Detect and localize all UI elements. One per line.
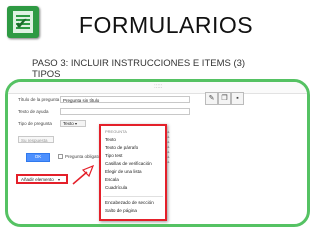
duplicate-icon[interactable]: ❐ bbox=[218, 92, 231, 105]
menu-item-encabezado[interactable]: Encabezado de sección bbox=[105, 200, 154, 205]
menu-item-elegir-lista[interactable]: Elegir de una lista bbox=[105, 169, 142, 174]
done-button[interactable]: OK bbox=[26, 153, 50, 162]
scrollbar-arrows[interactable]: ▴ ▴ ▴ ▴ ▴ ▴ ▴ bbox=[167, 130, 170, 165]
menu-item-cuadricula[interactable]: Cuadrícula bbox=[105, 185, 127, 190]
question-type-label: Tipo de pregunta bbox=[18, 121, 52, 126]
menu-item-casillas[interactable]: Casillas de verificación bbox=[105, 161, 152, 166]
question-type-value: Texto bbox=[63, 121, 74, 126]
menu-header: PREGUNTA bbox=[105, 129, 127, 134]
menu-item-texto[interactable]: Texto bbox=[105, 137, 116, 142]
help-text-label: Texto de ayuda bbox=[18, 109, 49, 114]
question-type-select[interactable]: Texto ▾ bbox=[60, 120, 86, 127]
pointer-arrow-icon bbox=[72, 164, 95, 185]
trash-icon[interactable]: ▪ bbox=[231, 92, 244, 105]
slide-subtitle: PASO 3: INCLUIR INSTRUCCIONES E ITEMS (3… bbox=[32, 58, 246, 80]
drag-handle-icon[interactable]: ::::: bbox=[154, 84, 162, 90]
menu-divider bbox=[103, 196, 163, 197]
add-item-button[interactable]: Añadir elemento ▾ bbox=[16, 174, 68, 184]
menu-item-texto-parrafo[interactable]: Texto de párrafo bbox=[105, 145, 138, 150]
question-title-input[interactable]: Pregunta sin título bbox=[60, 96, 190, 103]
question-type-menu: PREGUNTA Texto Texto de párrafo Tipo tes… bbox=[99, 124, 167, 221]
editor-toolbar: ::::: bbox=[8, 82, 307, 94]
required-checkbox[interactable] bbox=[58, 154, 63, 159]
question-title-label: Título de la pregunta bbox=[18, 97, 60, 102]
menu-item-salto-pagina[interactable]: Salto de página bbox=[105, 208, 137, 213]
chevron-down-icon: ▾ bbox=[58, 177, 61, 182]
form-editor-screenshot: ::::: ✎ ❐ ▪ Título de la pregunta Pregun… bbox=[5, 79, 310, 227]
help-text-input[interactable] bbox=[60, 108, 190, 115]
menu-item-tipo-test[interactable]: Tipo test bbox=[105, 153, 122, 158]
add-item-label: Añadir elemento bbox=[21, 177, 54, 182]
menu-item-escala[interactable]: Escala bbox=[105, 177, 119, 182]
answer-preview: Su respuesta bbox=[18, 136, 54, 143]
chevron-down-icon: ▾ bbox=[75, 121, 78, 126]
slide-title: FORMULARIOS bbox=[78, 12, 254, 38]
pencil-icon[interactable]: ✎ bbox=[205, 92, 218, 105]
